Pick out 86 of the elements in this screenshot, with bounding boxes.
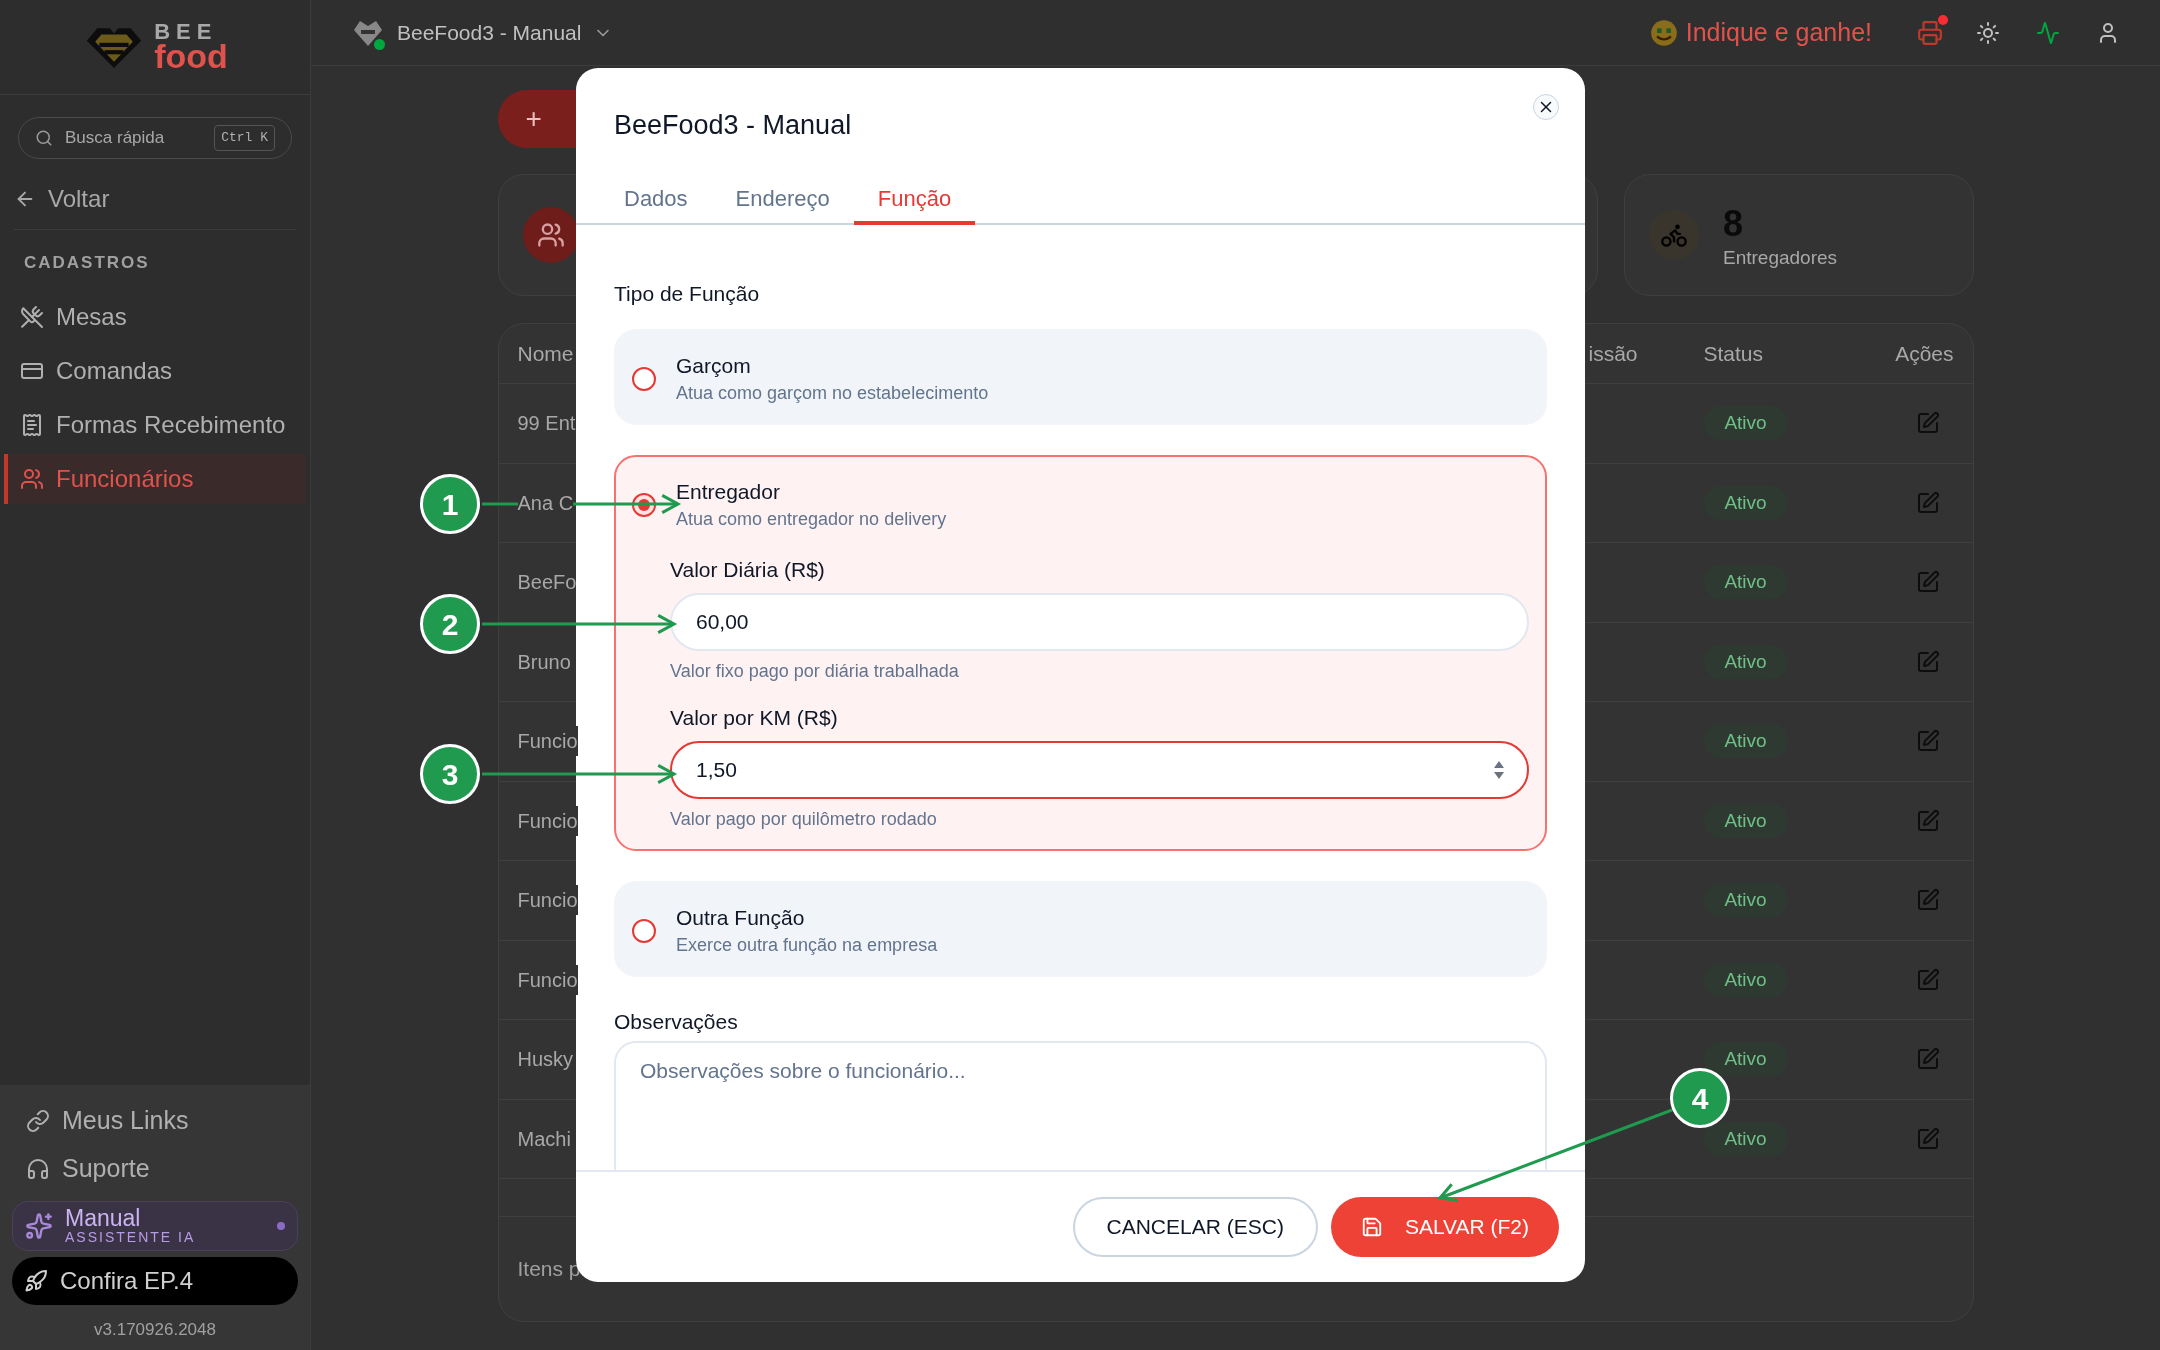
edit-icon[interactable] <box>1915 967 1940 992</box>
back-link[interactable]: Voltar <box>14 181 296 230</box>
search-placeholder: Busca rápida <box>65 127 166 150</box>
assistant-subtitle: ASSISTENTE IA <box>65 1230 197 1244</box>
referral-link[interactable]: Indique e ganhe! <box>1649 13 1872 52</box>
link-icon <box>26 1108 50 1133</box>
section-label: Tipo de Função <box>614 281 761 307</box>
sparkles-icon <box>25 1211 53 1240</box>
users-icon <box>536 221 565 249</box>
nav-item[interactable]: Funcionários <box>4 453 306 504</box>
assistant-card[interactable]: Manual ASSISTENTE IA <box>12 1200 298 1251</box>
status-badge: Ativo <box>1703 883 1788 918</box>
edit-icon[interactable] <box>1915 1047 1940 1072</box>
nav-item[interactable]: Formas Recebimento <box>4 399 306 450</box>
users-icon <box>20 466 44 491</box>
close-button[interactable] <box>1533 94 1559 120</box>
option-card[interactable]: Entregador Atua como entregador no delivery Valor Diária (R$) 60,00 Valor fixo pago por diária trabalhada Valor por KM (R$) 1,50 Valor pago por quilômetro rodado <box>614 455 1547 851</box>
radio-button[interactable] <box>632 367 656 391</box>
assistant-title: Manual <box>65 1207 142 1230</box>
save-button[interactable]: SALVAR (F2) <box>1330 1197 1559 1257</box>
edit-icon[interactable] <box>1915 490 1940 515</box>
nav-item[interactable]: Mesas <box>4 291 306 342</box>
field-label: Observações <box>614 1009 739 1035</box>
spinner-icon[interactable] <box>1493 759 1505 781</box>
field-hint: Valor pago por quilômetro rodado <box>670 808 938 831</box>
status-badge: Ativo <box>1703 565 1788 600</box>
workspace-switcher[interactable]: BeeFood3 - Manual <box>351 15 614 50</box>
modal-title: BeeFood3 - Manual <box>614 110 852 140</box>
option-card[interactable]: Outra Função Exerce outra função na empresa <box>614 881 1547 977</box>
status-badge: Ativo <box>1703 485 1788 520</box>
option-title: Garçom <box>676 353 752 379</box>
status-badge: Ativo <box>1703 962 1788 997</box>
status-badge: Ativo <box>1703 1042 1788 1077</box>
table-cell: Funcio <box>517 885 578 916</box>
utensils-icon <box>20 304 44 329</box>
column-header: Status <box>1703 340 1764 367</box>
option-title: Outra Função <box>676 905 806 931</box>
field-label: Valor Diária (R$) <box>670 557 826 583</box>
receipt-icon <box>20 412 44 437</box>
field-label: Valor por KM (R$) <box>670 705 839 731</box>
edit-icon[interactable] <box>1915 729 1940 754</box>
rocket-icon <box>24 1268 48 1293</box>
smiley-icon <box>1649 18 1678 47</box>
column-header: Nome <box>517 340 574 367</box>
cancel-button[interactable]: CANCELAR (ESC) <box>1072 1197 1318 1257</box>
edit-icon[interactable] <box>1915 649 1940 674</box>
edit-icon[interactable] <box>1915 888 1940 913</box>
footer-link[interactable]: Suporte <box>26 1144 284 1193</box>
theme-icon[interactable] <box>1976 20 2000 45</box>
table-cell: Funcio <box>517 964 578 995</box>
search-icon <box>35 129 53 147</box>
stat-label: Entregadores <box>1723 245 1838 270</box>
option-description: Atua como entregador no delivery <box>676 508 947 531</box>
section-heading: CADASTROS <box>24 252 151 274</box>
table-cell: Funcio <box>517 726 578 757</box>
column-header: Ações <box>1895 340 1954 367</box>
column-header: issão <box>1588 340 1638 367</box>
option-title: Entregador <box>676 479 781 505</box>
option-card[interactable]: Garçom Atua como garçom no estabelecimento <box>614 329 1547 425</box>
footer-link[interactable]: Meus Links <box>26 1096 284 1145</box>
nav-item[interactable]: Comandas <box>4 345 306 396</box>
option-description: Atua como garçom no estabelecimento <box>676 382 989 405</box>
status-badge: Ativo <box>1703 724 1788 759</box>
status-badge: Ativo <box>1703 1121 1788 1156</box>
input-field[interactable]: 60,00 <box>670 593 1529 651</box>
status-badge: Ativo <box>1703 803 1788 838</box>
headphones-icon <box>26 1156 50 1181</box>
table-cell: Funcio <box>517 805 578 836</box>
field-hint: Valor fixo pago por diária trabalhada <box>670 660 960 683</box>
edit-icon[interactable] <box>1915 1126 1940 1151</box>
tab[interactable]: Endereço <box>711 175 854 225</box>
status-badge: Ativo <box>1703 644 1788 679</box>
edit-icon[interactable] <box>1915 570 1940 595</box>
tab[interactable]: Função <box>853 175 976 225</box>
input-field[interactable]: 1,50 <box>670 741 1529 799</box>
shortcut-key: Ctrl K <box>214 125 275 151</box>
edit-icon[interactable] <box>1915 411 1940 436</box>
promo-button[interactable]: Confira EP.4 <box>12 1256 298 1305</box>
save-icon <box>1360 1216 1383 1238</box>
version-text: v3.170926.2048 <box>93 1318 217 1341</box>
status-badge: Ativo <box>1703 406 1788 441</box>
activity-icon[interactable] <box>2036 20 2060 45</box>
option-description: Exerce outra função na empresa <box>676 934 938 957</box>
edit-icon[interactable] <box>1915 808 1940 833</box>
tab[interactable]: Dados <box>600 175 712 225</box>
radio-button[interactable] <box>632 919 656 943</box>
